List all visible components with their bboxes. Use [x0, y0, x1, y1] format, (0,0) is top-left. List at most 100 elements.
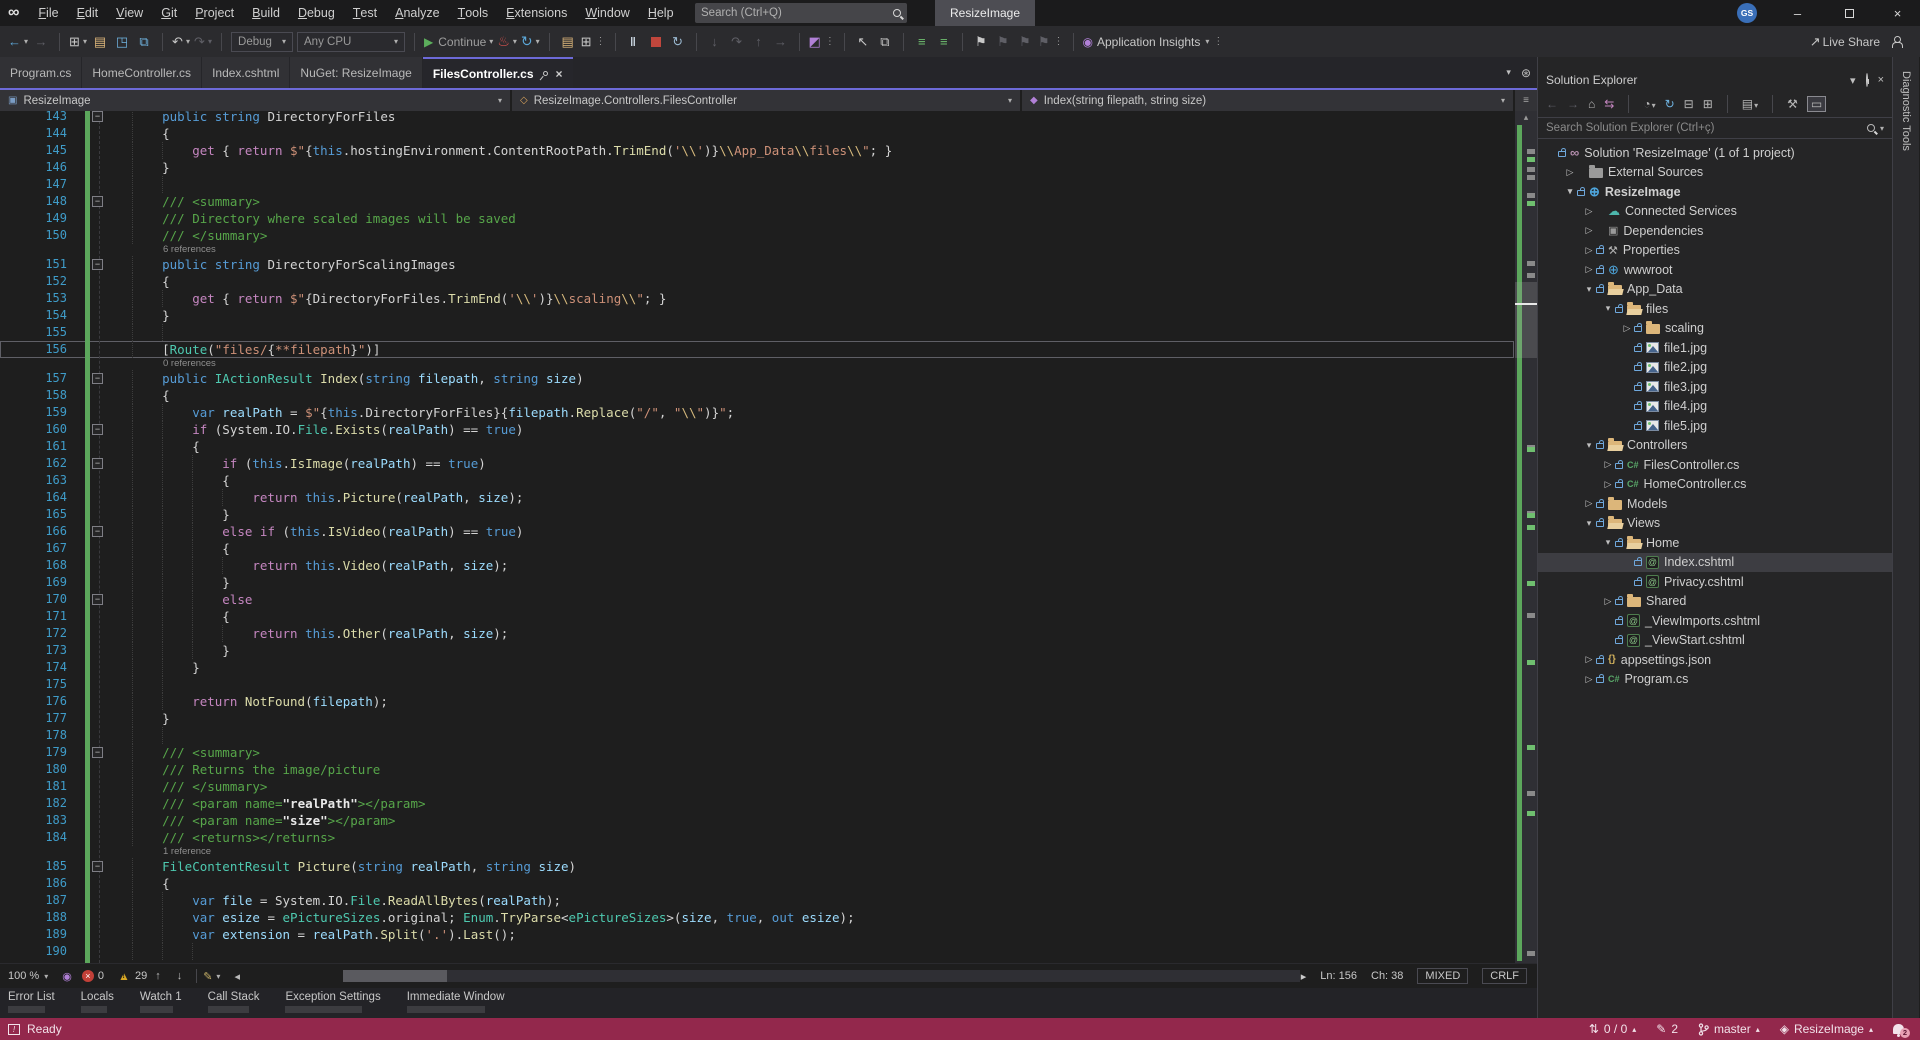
line-number[interactable]: 154 — [0, 307, 67, 324]
tree-expander-icon[interactable]: ▷ — [1582, 245, 1596, 256]
line-number[interactable]: 184 — [0, 829, 67, 846]
code-line[interactable]: 146 } — [0, 159, 1514, 176]
line-number[interactable]: 173 — [0, 642, 67, 659]
line-indicator[interactable]: Ln: 156 — [1320, 970, 1357, 982]
line-number[interactable]: 187 — [0, 892, 67, 909]
line-number[interactable]: 158 — [0, 387, 67, 404]
line-number[interactable]: 188 — [0, 909, 67, 926]
line-number[interactable]: 179 — [0, 744, 67, 761]
tree-expander-icon[interactable]: ▷ — [1601, 459, 1615, 470]
tree-item[interactable]: ▾Controllers — [1538, 436, 1892, 456]
fold-toggle[interactable]: − — [92, 111, 103, 122]
menu-item-git[interactable]: Git — [152, 0, 186, 26]
horizontal-scrollbar-thumb[interactable] — [343, 970, 447, 982]
line-number[interactable]: 157 — [0, 370, 67, 387]
notifications-button[interactable]: 2 — [1893, 1024, 1904, 1034]
tree-item[interactable]: ▷Models — [1538, 494, 1892, 514]
bottom-panel-tab-exception-settings[interactable]: Exception Settings — [285, 991, 380, 1018]
menu-item-debug[interactable]: Debug — [289, 0, 344, 26]
vertical-scrollbar[interactable]: ▴ — [1515, 111, 1537, 963]
menu-item-window[interactable]: Window — [576, 0, 638, 26]
toggle-bookmark-button[interactable]: ⚑ — [972, 30, 990, 54]
code-line[interactable]: 185− FileContentResult Picture(string re… — [0, 858, 1514, 875]
code-line[interactable]: 145 get { return $"{this.hostingEnvironm… — [0, 142, 1514, 159]
close-icon[interactable]: × — [1878, 74, 1884, 86]
tab-filescontroller-cs[interactable]: FilesController.cs× — [423, 57, 573, 88]
tree-item[interactable]: ▷C#Program.cs — [1538, 670, 1892, 690]
minimize-button[interactable]: – — [1775, 0, 1820, 26]
tree-item[interactable]: ▾App_Data — [1538, 280, 1892, 300]
tree-item[interactable]: @_ViewImports.cshtml — [1538, 611, 1892, 631]
code-line[interactable]: 190 — [0, 943, 1514, 960]
line-number[interactable]: 178 — [0, 727, 67, 744]
line-number[interactable]: 170 — [0, 591, 67, 608]
show-threads-button[interactable]: ▤ — [559, 30, 577, 54]
menu-item-tools[interactable]: Tools — [449, 0, 498, 26]
code-line[interactable]: 187 var file = System.IO.File.ReadAllByt… — [0, 892, 1514, 909]
share-person-button[interactable] — [1888, 30, 1906, 54]
code-line[interactable]: 144 { — [0, 125, 1514, 142]
live-share-button[interactable]: ↗Live Share — [1810, 30, 1880, 54]
fold-toggle[interactable]: − — [92, 526, 103, 537]
code-line[interactable]: 166− else if (this.IsVideo(realPath) == … — [0, 523, 1514, 540]
line-number[interactable]: 144 — [0, 125, 67, 142]
encoding-indicator[interactable]: MIXED — [1417, 968, 1468, 984]
tab-close-icon[interactable]: × — [556, 67, 563, 81]
bottom-panel-tab-watch-1[interactable]: Watch 1 — [140, 991, 182, 1018]
tree-item[interactable]: ▷External Sources — [1538, 163, 1892, 183]
prev-issue-button[interactable]: ↑ — [155, 970, 161, 982]
restart-app-button[interactable]: ↻▾ — [521, 30, 540, 54]
show-next-statement-button[interactable]: → — [772, 30, 790, 54]
se-home-icon[interactable]: ⌂ — [1588, 97, 1595, 111]
redo-button[interactable]: ↷▾ — [194, 30, 212, 54]
menu-item-view[interactable]: View — [107, 0, 152, 26]
tree-item[interactable]: ▷⚒Properties — [1538, 241, 1892, 261]
breadcrumb-type-dropdown[interactable]: ◇ ResizeImage.Controllers.FilesControlle… — [512, 90, 1020, 111]
line-number[interactable]: 185 — [0, 858, 67, 875]
tree-item[interactable]: file5.jpg — [1538, 416, 1892, 436]
code-line[interactable]: 179− /// <summary> — [0, 744, 1514, 761]
sync-commits-button[interactable]: ⇅0 / 0▴ — [1589, 1022, 1636, 1036]
next-issue-button[interactable]: ↓ — [177, 970, 183, 982]
tree-item[interactable]: file2.jpg — [1538, 358, 1892, 378]
tree-item[interactable]: ▷☁Connected Services — [1538, 202, 1892, 222]
menu-item-edit[interactable]: Edit — [68, 0, 108, 26]
window-list-icon[interactable]: ▾ — [1506, 67, 1511, 78]
line-number[interactable]: 152 — [0, 273, 67, 290]
tree-item[interactable]: ▷scaling — [1538, 319, 1892, 339]
line-number[interactable]: 190 — [0, 943, 67, 960]
breadcrumb-member-dropdown[interactable]: ◆ Index(string filepath, string size) ▾ — [1022, 90, 1513, 111]
menu-item-extensions[interactable]: Extensions — [497, 0, 576, 26]
step-over-button[interactable]: ↷ — [728, 30, 746, 54]
pin-icon[interactable] — [1866, 74, 1868, 86]
tab-pin-icon[interactable] — [541, 70, 548, 77]
code-line[interactable]: 151− public string DirectoryForScalingIm… — [0, 256, 1514, 273]
tree-item[interactable]: @_ViewStart.cshtml — [1538, 631, 1892, 651]
line-number[interactable]: 177 — [0, 710, 67, 727]
tree-expander-icon[interactable]: ▾ — [1601, 537, 1615, 548]
save-button[interactable]: ◳ — [113, 30, 131, 54]
scrollbar-thumb[interactable] — [1515, 282, 1537, 358]
tab-nuget-resizeimage[interactable]: NuGet: ResizeImage — [290, 57, 421, 88]
line-number[interactable]: 149 — [0, 210, 67, 227]
scroll-up-icon[interactable]: ▴ — [1515, 112, 1537, 123]
codelens-label[interactable]: 6 references — [0, 244, 1537, 256]
repository-button[interactable]: ◈ResizeImage▴ — [1780, 1022, 1873, 1036]
tree-item[interactable]: ▷C#HomeController.cs — [1538, 475, 1892, 495]
bottom-panel-tab-immediate-window[interactable]: Immediate Window — [407, 991, 505, 1018]
code-cleanup-button[interactable]: ✎▾ — [203, 970, 220, 983]
maximize-button[interactable] — [1827, 0, 1872, 26]
uncomment-button[interactable]: ≡ — [935, 30, 953, 54]
code-line[interactable]: 184 /// <returns></returns> — [0, 829, 1514, 846]
line-number[interactable]: 164 — [0, 489, 67, 506]
se-switch-views-icon[interactable]: ⇆ — [1604, 97, 1614, 111]
stop-debugging-button[interactable] — [647, 30, 665, 54]
tree-item[interactable]: ▾Views — [1538, 514, 1892, 534]
code-line[interactable]: 170− else — [0, 591, 1514, 608]
se-show-all-files-icon[interactable]: ⚒ — [1787, 97, 1798, 111]
find-in-files-button[interactable]: ⧉ — [876, 30, 894, 54]
tree-item[interactable]: ▷C#FilesController.cs — [1538, 455, 1892, 475]
code-line[interactable]: 154 } — [0, 307, 1514, 324]
codelens-label[interactable]: 1 reference — [0, 846, 1537, 858]
line-number[interactable]: 182 — [0, 795, 67, 812]
